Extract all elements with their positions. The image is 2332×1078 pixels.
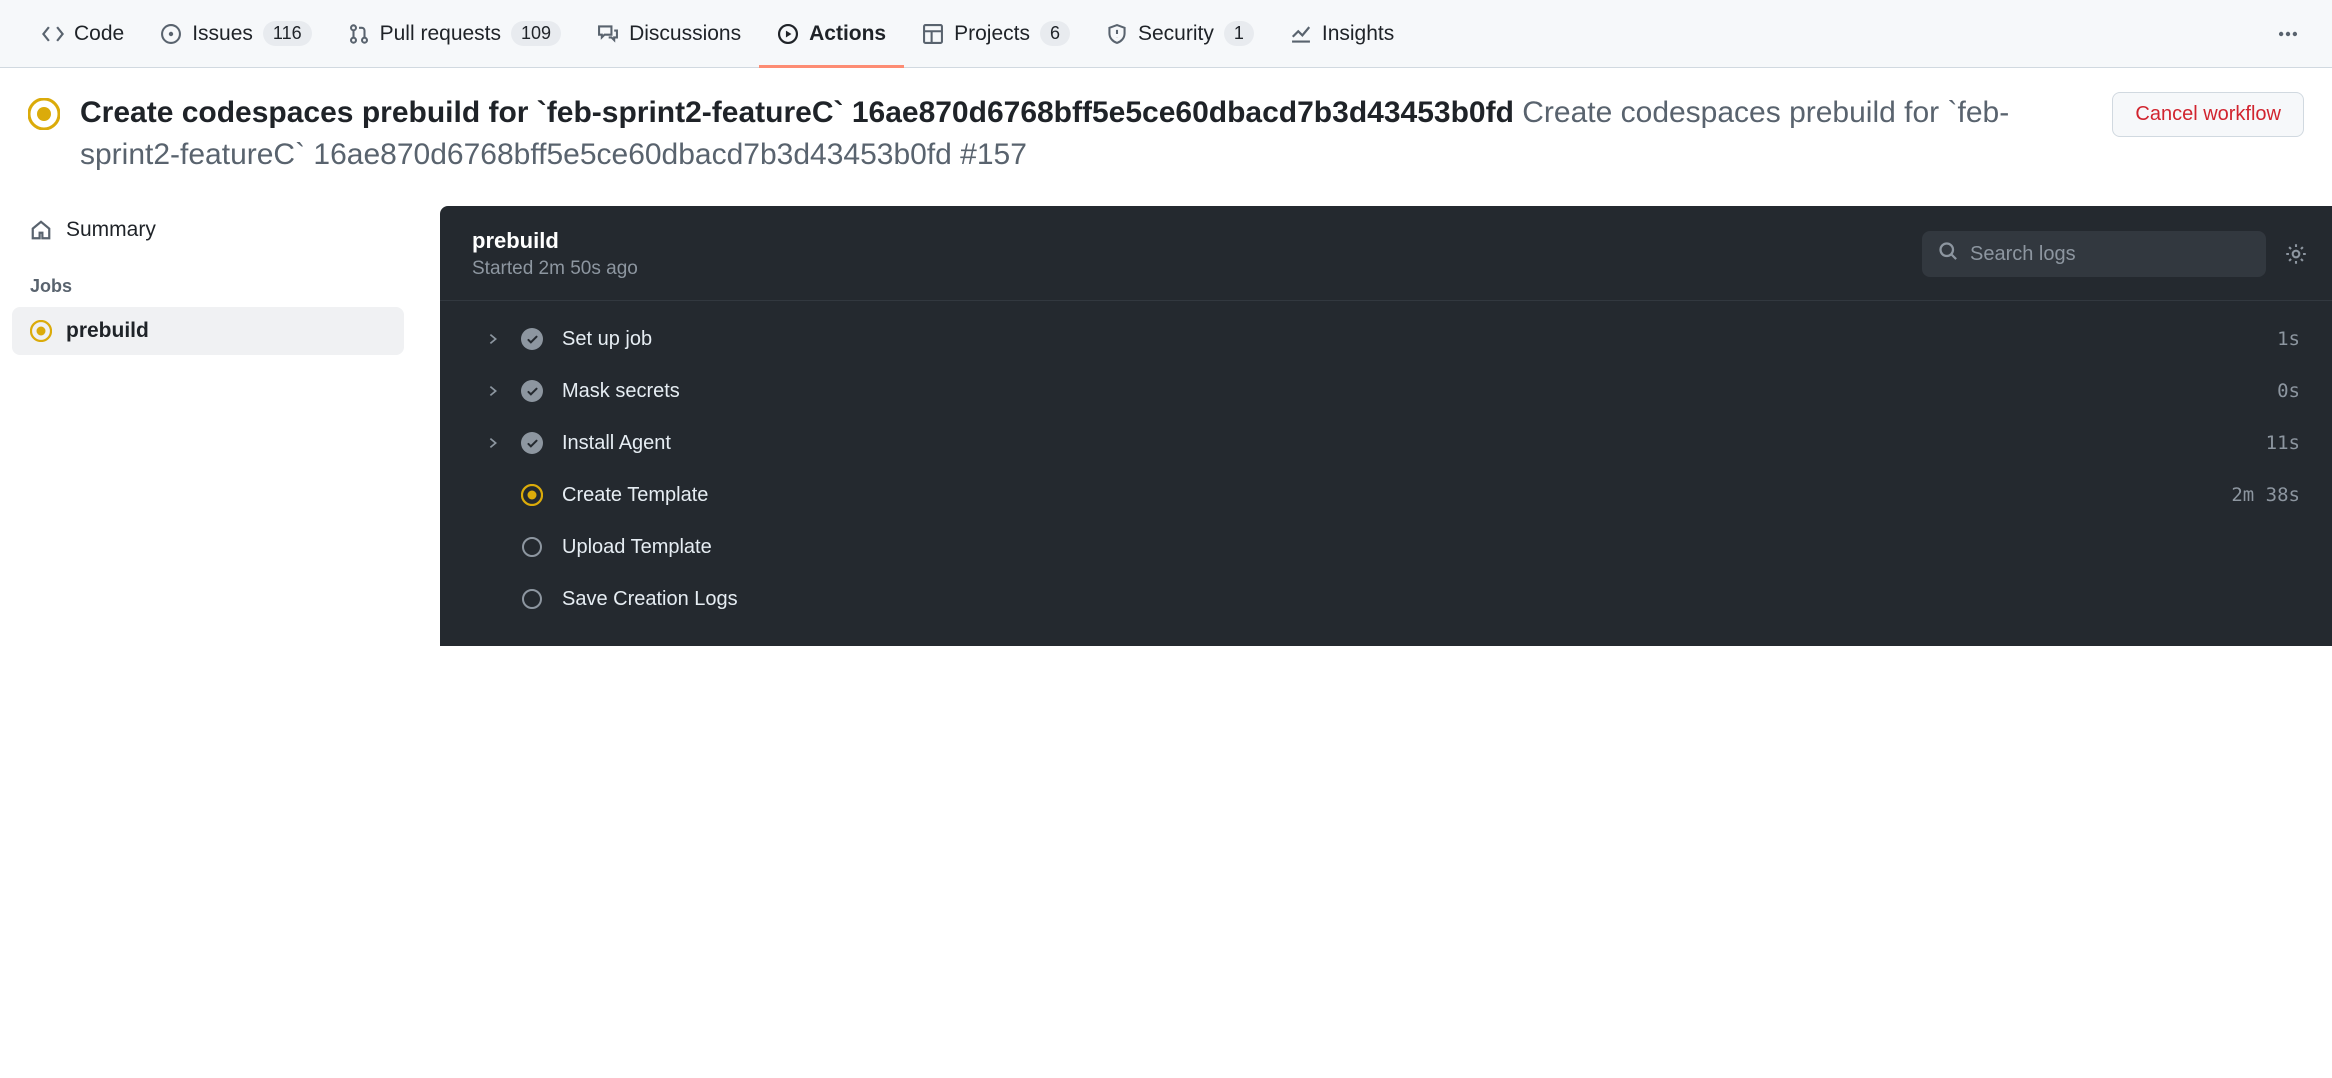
step-name: Mask secrets <box>562 380 2259 403</box>
search-logs-input[interactable] <box>1970 243 2250 266</box>
gear-icon <box>2284 242 2308 266</box>
log-panel: prebuild Started 2m 50s ago Set up job 1s… <box>440 206 2332 646</box>
pulls-count: 109 <box>511 21 561 46</box>
step-row[interactable]: Save Creation Logs <box>464 573 2308 625</box>
check-circle-icon <box>520 379 544 403</box>
check-circle-icon <box>520 431 544 455</box>
log-job-subtitle: Started 2m 50s ago <box>472 258 1922 280</box>
sidebar-summary-label: Summary <box>66 218 156 242</box>
nav-issues[interactable]: Issues 116 <box>142 0 329 68</box>
status-pending-icon <box>520 587 544 611</box>
log-job-title: prebuild <box>472 228 1922 254</box>
step-row[interactable]: Install Agent 11s <box>464 417 2308 469</box>
step-name: Set up job <box>562 328 2259 351</box>
nav-actions[interactable]: Actions <box>759 0 904 68</box>
sidebar-job-label: prebuild <box>66 319 149 343</box>
status-running-icon <box>520 483 544 507</box>
chevron-right-icon <box>484 436 502 450</box>
nav-projects-label: Projects <box>954 22 1030 46</box>
workflow-title-main: Create codespaces prebuild for `feb-spri… <box>80 96 1514 129</box>
nav-pulls[interactable]: Pull requests 109 <box>330 0 579 68</box>
comment-discussion-icon <box>597 23 619 45</box>
step-row[interactable]: Upload Template <box>464 521 2308 573</box>
step-name: Install Agent <box>562 432 2248 455</box>
git-pull-request-icon <box>348 23 370 45</box>
projects-count: 6 <box>1040 21 1070 46</box>
step-list: Set up job 1s Mask secrets 0s Install Agent 1… <box>440 301 2332 643</box>
nav-overflow-menu[interactable] <box>2268 14 2308 54</box>
nav-discussions[interactable]: Discussions <box>579 0 759 68</box>
workflow-header: Create codespaces prebuild for `feb-spri… <box>0 68 2332 196</box>
nav-insights-label: Insights <box>1322 22 1394 46</box>
nav-insights[interactable]: Insights <box>1272 0 1412 68</box>
step-name: Create Template <box>562 484 2213 507</box>
step-duration: 0s <box>2277 380 2300 402</box>
nav-security-label: Security <box>1138 22 1214 46</box>
status-running-icon <box>30 320 52 342</box>
step-row[interactable]: Mask secrets 0s <box>464 365 2308 417</box>
shield-icon <box>1106 23 1128 45</box>
search-icon <box>1938 241 1958 267</box>
nav-actions-label: Actions <box>809 22 886 46</box>
status-pending-icon <box>520 535 544 559</box>
step-name: Save Creation Logs <box>562 588 2282 611</box>
step-row[interactable]: Set up job 1s <box>464 313 2308 365</box>
nav-pulls-label: Pull requests <box>380 22 501 46</box>
issue-icon <box>160 23 182 45</box>
nav-code[interactable]: Code <box>24 0 142 68</box>
log-settings-button[interactable] <box>2284 242 2308 266</box>
step-duration: 11s <box>2266 432 2300 454</box>
nav-security[interactable]: Security 1 <box>1088 0 1272 68</box>
chevron-right-icon <box>484 384 502 398</box>
log-header: prebuild Started 2m 50s ago <box>440 206 2332 301</box>
cancel-workflow-button[interactable]: Cancel workflow <box>2112 92 2304 137</box>
step-row[interactable]: Create Template 2m 38s <box>464 469 2308 521</box>
code-icon <box>42 23 64 45</box>
step-name: Upload Template <box>562 536 2282 559</box>
home-icon <box>30 219 52 241</box>
security-count: 1 <box>1224 21 1254 46</box>
chevron-right-icon <box>484 332 502 346</box>
sidebar-job-prebuild[interactable]: prebuild <box>12 307 404 355</box>
status-running-icon <box>28 98 60 130</box>
kebab-horizontal-icon <box>2277 23 2299 45</box>
issues-count: 116 <box>263 21 312 46</box>
step-duration: 1s <box>2277 328 2300 350</box>
graph-icon <box>1290 23 1312 45</box>
step-duration: 2m 38s <box>2231 484 2300 506</box>
nav-projects[interactable]: Projects 6 <box>904 0 1088 68</box>
search-logs[interactable] <box>1922 231 2266 277</box>
nav-issues-label: Issues <box>192 22 253 46</box>
play-icon <box>777 23 799 45</box>
table-icon <box>922 23 944 45</box>
repo-nav: Code Issues 116 Pull requests 109 Discus… <box>0 0 2332 68</box>
nav-code-label: Code <box>74 22 124 46</box>
nav-discussions-label: Discussions <box>629 22 741 46</box>
sidebar: Summary Jobs prebuild <box>12 206 404 646</box>
workflow-title: Create codespaces prebuild for `feb-spri… <box>80 92 2092 176</box>
sidebar-summary-link[interactable]: Summary <box>12 206 404 254</box>
check-circle-icon <box>520 327 544 351</box>
sidebar-jobs-heading: Jobs <box>12 254 404 307</box>
